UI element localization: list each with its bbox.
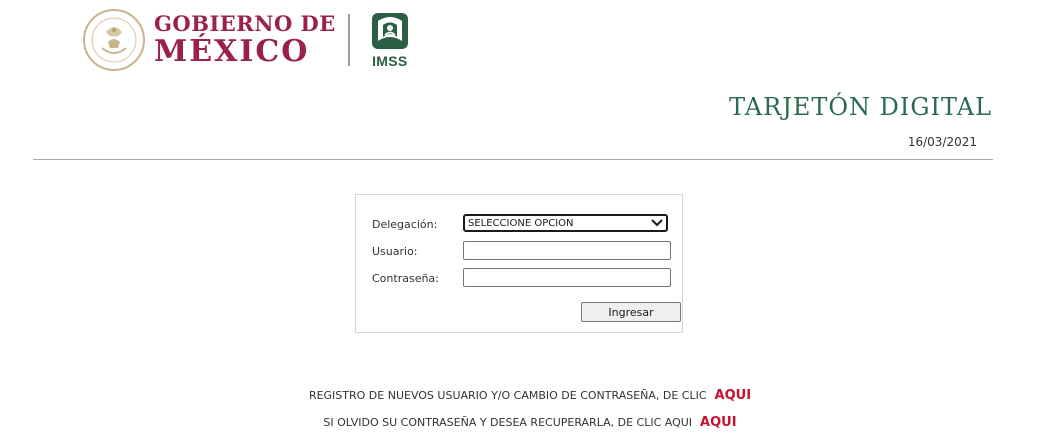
header-divider [33, 159, 993, 160]
imss-logo: IMSS [370, 11, 410, 69]
contrasena-input[interactable] [463, 268, 671, 287]
delegacion-selected-value: SELECCIONE OPCION [468, 217, 574, 229]
page-title: TARJETÓN DIGITAL [729, 93, 992, 121]
recuperar-line: SI OLVIDO SU CONTRASEÑA Y DESEA RECUPERA… [0, 415, 1060, 430]
contrasena-label: Contraseña: [372, 272, 439, 285]
header-logos: GOBIERNO DE MÉXICO IMSS [82, 8, 410, 72]
recuperar-text: SI OLVIDO SU CONTRASEÑA Y DESEA RECUPERA… [323, 416, 693, 429]
imss-label: IMSS [372, 53, 408, 69]
recuperar-aqui-link[interactable]: AQUI [700, 415, 737, 430]
gob-line2: MÉXICO [154, 34, 310, 69]
imss-logo-icon [371, 13, 408, 49]
registro-text: REGISTRO DE NUEVOS USUARIO Y/O CAMBIO DE… [308, 389, 707, 402]
registro-line: REGISTRO DE NUEVOS USUARIO Y/O CAMBIO DE… [0, 388, 1060, 403]
page-date: 16/03/2021 [907, 135, 977, 149]
login-form: Delegación: SELECCIONE OPCION Usuario: C… [355, 194, 683, 333]
delegacion-select[interactable]: SELECCIONE OPCION [463, 214, 668, 232]
usuario-label: Usuario: [372, 245, 418, 258]
logo-divider [347, 14, 350, 66]
escudo-nacional-icon [83, 9, 145, 71]
usuario-input[interactable] [463, 241, 671, 260]
chevron-down-icon [651, 219, 663, 227]
ingresar-button[interactable]: Ingresar [581, 302, 681, 322]
gobierno-de-mexico-wordmark: GOBIERNO DE MÉXICO [154, 13, 336, 67]
delegacion-label: Delegación: [372, 218, 438, 231]
gob-line1: GOBIERNO DE [154, 11, 336, 36]
registro-aqui-link[interactable]: AQUI [715, 388, 752, 403]
